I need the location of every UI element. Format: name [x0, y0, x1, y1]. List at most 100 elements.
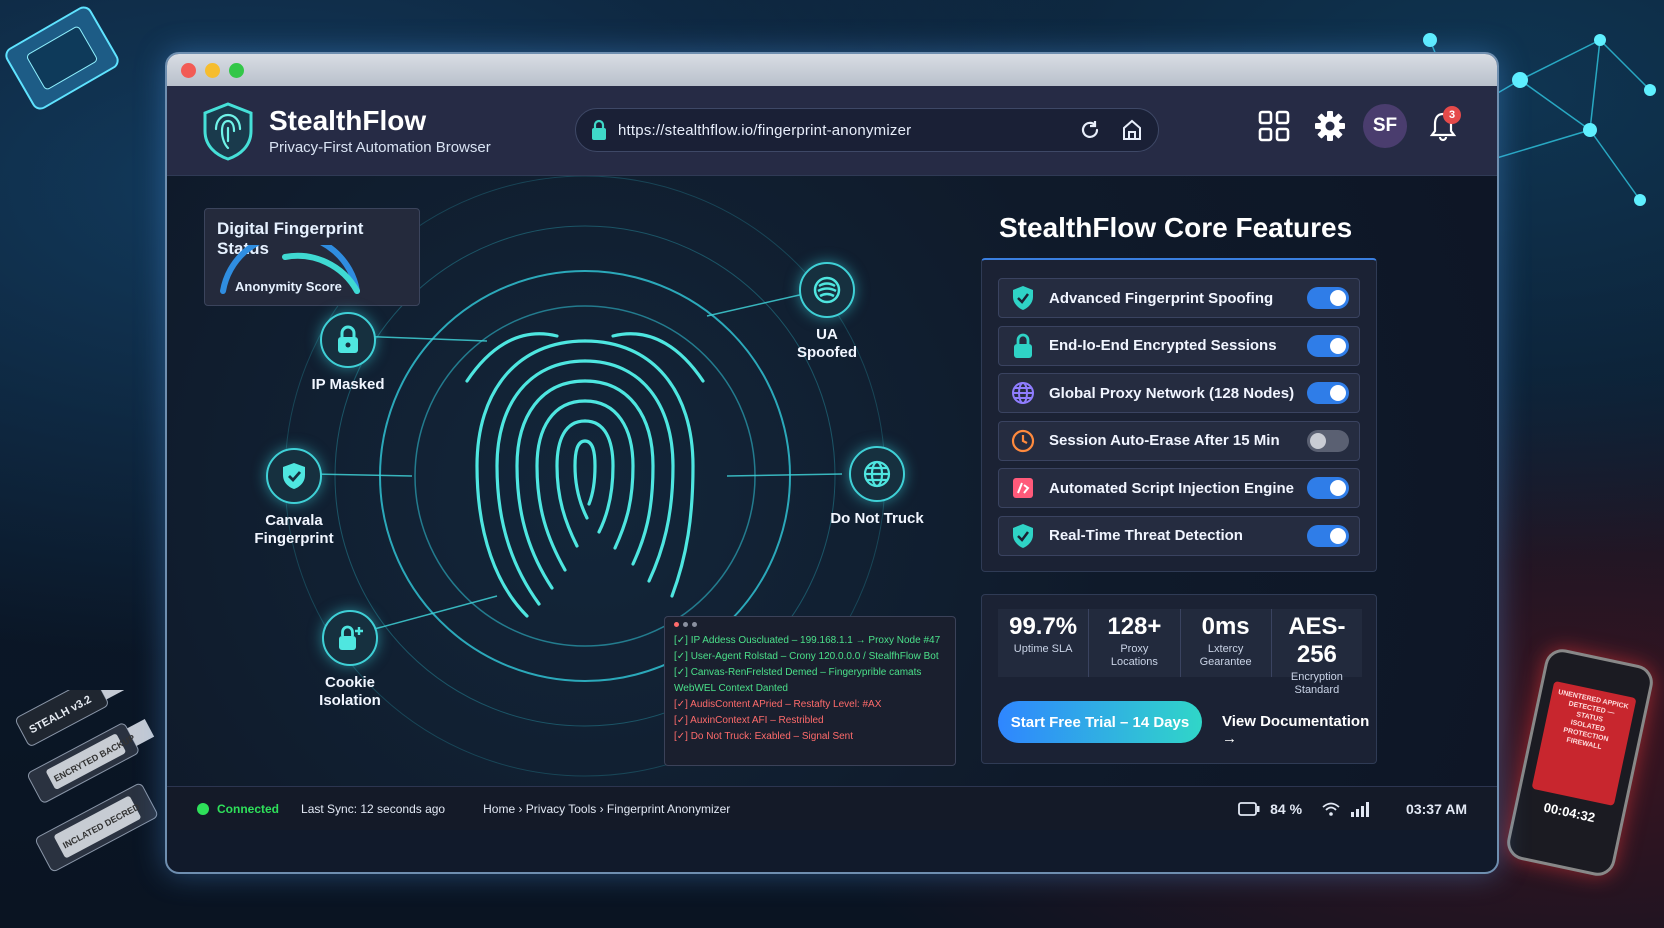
stat-uptime: 99.7% Uptime SLA [998, 609, 1090, 677]
stat-value: AES-256 [1288, 613, 1346, 668]
connection-status: Connected [217, 801, 280, 816]
script-icon [1009, 474, 1037, 502]
feature-row-fingerprint-spoofing: Advanced Fingerprint Spoofing [998, 278, 1360, 318]
shield-logo-icon [203, 101, 253, 161]
feature-label: Real-Time Threat Detection [1049, 527, 1243, 544]
feature-label: End-Io-End Encrypted Sessions [1049, 337, 1277, 354]
gear-icon[interactable] [1313, 109, 1347, 143]
wifi-icon [1322, 802, 1340, 816]
battery-level: 84 % [1270, 801, 1303, 817]
feature-toggle-script-injection[interactable] [1307, 477, 1349, 499]
grid-icon[interactable] [1257, 109, 1291, 143]
feature-toggle-threat-detection[interactable] [1307, 524, 1349, 547]
globe-icon [863, 460, 891, 488]
usb-drives-decoration: STEALH v3.2 ENCRYTED BACKUP INCLATED DEC… [15, 690, 158, 872]
stat-label: Uptime SLA [1013, 643, 1073, 655]
brand-name: StealthFlow [269, 105, 427, 136]
stat-encryption: AES-256 Encryption Standard [1272, 609, 1362, 696]
stat-value: 99.7% [1009, 613, 1078, 640]
last-sync: Last Sync: 12 seconds ago [301, 801, 446, 816]
phone-timer: 00:04:32 [1542, 799, 1597, 826]
phone-warning-text: UNENTERED APPICK DETECTED — STATUS ISOLA… [1531, 680, 1637, 806]
feature-label: Session Auto-Erase After 15 Min [1049, 432, 1280, 449]
connection-indicator [197, 802, 209, 815]
notification-badge: 3 [1443, 106, 1461, 124]
feature-label: Global Proxy Network (128 Nodes) [1049, 384, 1295, 402]
feature-toggle-proxy-network[interactable] [1307, 382, 1349, 404]
feature-label: Advanced Fingerprint Spoofing [1049, 289, 1274, 307]
usb-label-2: ENCRYTED BACKUP [52, 733, 136, 784]
address-bar[interactable]: https://stealthflow.io/fingerprint-anony… [575, 108, 1159, 152]
signal-icon [1351, 802, 1370, 817]
shield-check-icon [1009, 522, 1037, 550]
activity-log: [✓] IP Addess Ouscluated – 199.168.1.1 →… [664, 616, 956, 766]
log-line: [✓] IP Addess Ouscluated – 199.168.1.1 →… [674, 635, 941, 646]
avatar[interactable]: SF [1363, 104, 1407, 148]
maximize-window-button[interactable] [229, 62, 244, 78]
bookmark-icon[interactable] [1120, 118, 1144, 142]
brand[interactable]: StealthFlow Privacy-First Automation Bro… [201, 101, 491, 161]
close-window-button[interactable] [181, 62, 196, 78]
feature-label: Automated Script Injection Engine [1049, 479, 1295, 497]
stat-value: 128+ [1107, 613, 1162, 640]
lock-icon [1009, 332, 1037, 360]
node-do-not-track[interactable]: Do Not Truck [817, 446, 937, 528]
reload-icon[interactable] [1078, 118, 1102, 142]
features-panel: Advanced Fingerprint Spoofing End-Io-End… [981, 258, 1377, 572]
log-line: [✓] Canvas-RenFrelsted Demed – Fingerypr… [674, 667, 922, 678]
main-content: Digital Fingerprint Status Anonymity Sco… [167, 176, 1497, 830]
log-line: [✓] AudisContent APried – Restafty Level… [674, 699, 882, 710]
feature-toggle-encrypted-sessions[interactable] [1307, 334, 1349, 357]
stat-value: 0ms [1201, 613, 1250, 640]
globe-icon [1009, 379, 1037, 407]
node-label: Do Not Truck [830, 510, 924, 527]
stat-latency: 0ms Lxtercy Gearantee [1181, 609, 1272, 677]
breadcrumb[interactable]: Home › Privacy Tools › Fingerprint Anony… [483, 802, 730, 816]
stat-label: Encryption Standard [1290, 671, 1343, 696]
node-label: Cookie Isolation [319, 674, 381, 709]
shield-check-icon [1009, 284, 1037, 312]
stats-row: 99.7% Uptime SLA 128+ Proxy Locations 0m… [998, 609, 1362, 696]
desktop-background: STEALH v3.2 ENCRYTED BACKUP INCLATED DEC… [0, 0, 1664, 928]
node-ua-spoofed[interactable]: UA Spoofed [782, 262, 872, 362]
cookie-lock-icon [339, 625, 363, 650]
anonymity-score-label: Anonymity Score [235, 279, 342, 294]
node-label: Canvala Fingerprint [254, 512, 334, 547]
feature-row-script-injection: Automated Script Injection Engine [998, 468, 1360, 508]
url-text[interactable]: https://stealthflow.io/fingerprint-anony… [618, 122, 1068, 139]
phone-decoration: UNENTERED APPICK DETECTED — STATUS ISOLA… [1503, 645, 1657, 880]
stat-proxy-locations: 128+ Proxy Locations [1089, 609, 1181, 677]
log-line: [✓] Do Not Truck: Exabled – Signal Sent [674, 731, 854, 742]
ua-icon [813, 276, 841, 304]
start-trial-button[interactable]: Start Free Trial – 14 Days [998, 701, 1202, 743]
feature-row-proxy-network: Global Proxy Network (128 Nodes) [998, 373, 1360, 413]
lock-icon [592, 119, 606, 140]
node-canvas-fingerprint[interactable]: Canvala Fingerprint [239, 448, 349, 548]
notifications-button[interactable]: 3 [1423, 104, 1463, 148]
feature-toggle-auto-erase[interactable] [1307, 429, 1349, 452]
feature-row-threat-detection: Real-Time Threat Detection [998, 515, 1360, 556]
status-card-title: Digital Fingerprint Status [217, 219, 364, 258]
shield-check-icon [283, 463, 305, 489]
view-documentation-link[interactable]: View Documentation → [1222, 713, 1376, 747]
node-label: UA Spoofed [797, 326, 857, 361]
lock-icon [338, 325, 358, 353]
title-bar [167, 54, 1497, 86]
usb-label-3: INCLATED DECRED [61, 801, 141, 850]
node-ip-masked[interactable]: IP Masked [293, 312, 403, 394]
feature-row-auto-erase: Session Auto-Erase After 15 Min [998, 420, 1360, 461]
stat-label: Lxtercy Gearantee [1199, 643, 1252, 668]
brand-subtitle: Privacy-First Automation Browser [269, 139, 491, 156]
node-cookie-isolation[interactable]: Cookie Isolation [295, 610, 405, 710]
chip-decoration [5, 6, 119, 110]
features-title: StealthFlow Core Features [999, 212, 1353, 243]
log-window-dots [674, 622, 946, 627]
system-tray: 84 % 03:37 AM [1238, 787, 1467, 831]
node-label: IP Masked [311, 376, 385, 393]
feature-toggle-fingerprint-spoofing[interactable] [1307, 287, 1349, 309]
battery-icon [1238, 802, 1260, 816]
clock-icon [1009, 427, 1037, 455]
minimize-window-button[interactable] [205, 62, 220, 78]
usb-label-1: STEALH v3.2 [27, 694, 93, 737]
stat-label: Proxy Locations [1110, 643, 1158, 668]
